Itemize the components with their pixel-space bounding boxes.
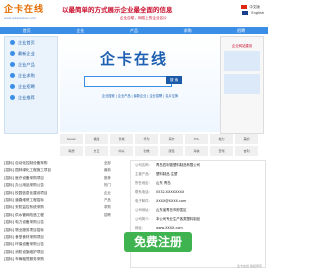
- partner-logo[interactable]: 长城: [110, 134, 133, 144]
- list-item[interactable]: [招标] 车辆租赁服务采购: [4, 256, 104, 263]
- ad-image: [224, 51, 260, 71]
- category-list: 全部 最新 推荐 热门 企业 产品 求购 招聘: [104, 160, 126, 266]
- list-item[interactable]: [招标] 环保设备采购公告: [4, 241, 104, 248]
- ad-image: [224, 74, 260, 94]
- logo-url: www.qikazaixian.com: [4, 16, 37, 20]
- category-item[interactable]: 企业: [104, 190, 126, 197]
- category-item[interactable]: 推荐: [104, 175, 126, 182]
- bullet-icon: [10, 73, 15, 78]
- bullet-icon: [10, 40, 15, 45]
- news-list: [招标] 自动化控制设备采购 [招标] 园林绿化工程施工项目 [招标] 医疗设备…: [4, 160, 104, 266]
- site-slogan: 以最简单的方式展示企业最全面的信息: [62, 6, 173, 14]
- partner-logo[interactable]: TCL: [185, 134, 208, 144]
- sidebar-item[interactable]: 企业招聘: [5, 81, 57, 92]
- sidebar-item[interactable]: 企业求购: [5, 70, 57, 81]
- partner-logo[interactable]: 美的: [235, 134, 258, 144]
- partner-logo[interactable]: 海尔: [160, 134, 183, 144]
- list-item[interactable]: [招标] 电力设备采购公告: [4, 219, 104, 226]
- partner-logo[interactable]: 吉利: [235, 146, 258, 156]
- list-item[interactable]: [招标] 自动化控制设备采购: [4, 160, 104, 167]
- lang-en-link[interactable]: English: [241, 10, 264, 16]
- partner-logo[interactable]: 福龙: [85, 134, 108, 144]
- footer: 企卡在线 版权所有: [237, 264, 262, 268]
- partner-logo[interactable]: 格力: [210, 134, 233, 144]
- list-item[interactable]: [招标] 供水管网改造工程: [4, 212, 104, 219]
- sidebar-item[interactable]: 企业首页: [5, 37, 57, 48]
- detail-row: 公司简介: 本公司专业生产各类塑料制品: [135, 217, 201, 221]
- uk-flag-icon: [241, 10, 250, 16]
- detail-row: 所在地区: 山东 青岛: [135, 181, 171, 185]
- detail-row: 公司名称: 青岛四利德塑料制品有限公司: [135, 163, 201, 167]
- detail-row: 联系电话: 0532-XXXXXXXX: [135, 190, 185, 194]
- ad-title: 企业网站建设: [231, 44, 253, 48]
- bullet-icon: [10, 84, 15, 89]
- sidebar-item[interactable]: 最新企业: [5, 48, 57, 59]
- nav-item-jobs[interactable]: 招聘: [237, 28, 245, 34]
- bullet-icon: [10, 51, 15, 56]
- sidebar-item[interactable]: 企业推荐: [5, 92, 57, 103]
- partner-logo[interactable]: 创维: [135, 146, 158, 156]
- partner-logo[interactable]: 海信: [185, 146, 208, 156]
- category-item[interactable]: 产品: [104, 197, 126, 204]
- list-item[interactable]: [招标] 消防设施维护项目: [4, 249, 104, 256]
- list-item[interactable]: [招标] 医疗设备采购项目: [4, 175, 104, 182]
- bullet-icon: [10, 95, 15, 100]
- list-item[interactable]: [招标] 道路维修工程招标: [4, 197, 104, 204]
- list-item[interactable]: [招标] 物业服务项目招标: [4, 227, 104, 234]
- partner-logo[interactable]: 奇瑞: [210, 146, 233, 156]
- search-banner: 企卡在线 搜 索 企业搜索 | 企业产品 | 最新企业 | 企业招聘 | 名片互…: [60, 36, 220, 132]
- list-item[interactable]: [招标] 办公用品采购公告: [4, 182, 104, 189]
- list-item[interactable]: [招标] 园林绿化工程施工项目: [4, 167, 104, 174]
- nav-item-home[interactable]: 首页: [23, 28, 31, 34]
- search-input[interactable]: [84, 76, 172, 87]
- partner-logo[interactable]: 华为: [135, 134, 158, 144]
- category-item[interactable]: 最新: [104, 167, 126, 174]
- sidebar: 企业首页 最新企业 企业产品 企业求购 企业招聘 企业推荐: [4, 36, 58, 134]
- china-flag-icon: [241, 5, 248, 9]
- bullet-icon: [10, 62, 15, 67]
- partner-logo[interactable]: 联想: [60, 146, 83, 156]
- category-item[interactable]: 热门: [104, 182, 126, 189]
- nav-item-buying[interactable]: 求购: [184, 28, 192, 34]
- partner-logo[interactable]: bauer: [60, 134, 83, 144]
- detail-row: 电子邮件: XXXX@XXXX.com: [135, 199, 187, 203]
- nav-item-companies[interactable]: 企业: [76, 28, 84, 34]
- partner-logo[interactable]: 方正: [85, 146, 108, 156]
- free-register-button[interactable]: 免费注册: [124, 232, 192, 252]
- nav-item-products[interactable]: 产品: [130, 28, 138, 34]
- category-item[interactable]: 求购: [104, 204, 126, 211]
- header: 企卡在线 www.qikazaixian.com 以最简单的方式展示企业最全面的…: [0, 0, 268, 26]
- site-logo[interactable]: 企卡在线 www.qikazaixian.com: [4, 2, 56, 24]
- detail-row: 主营产品: 塑料制品 注塑: [135, 172, 178, 176]
- search-button[interactable]: 搜 索: [166, 76, 182, 84]
- list-item[interactable]: [招标] 安防监控系统采购: [4, 204, 104, 211]
- banner-sublinks[interactable]: 企业搜索 | 企业产品 | 最新企业 | 企业招聘 | 名片互换: [70, 93, 210, 98]
- partner-logo[interactable]: 康佳: [160, 146, 183, 156]
- partner-logos: bauer 福龙 长城 华为 海尔 TCL 格力 美的 联想 方正 中兴 创维 …: [60, 134, 264, 156]
- partner-logo[interactable]: 中兴: [110, 146, 133, 156]
- list-item[interactable]: [招标] 校园信息化建设项目: [4, 190, 104, 197]
- detail-row: 公司地址: 山东省青岛市即墨区: [135, 208, 187, 212]
- sidebar-item[interactable]: 企业产品: [5, 59, 57, 70]
- logo-text: 企卡在线: [4, 5, 45, 15]
- language-switcher: 中文版 English: [241, 4, 264, 16]
- category-item[interactable]: 全部: [104, 160, 126, 167]
- category-item[interactable]: 招聘: [104, 212, 126, 219]
- banner-title: 企卡在线: [100, 50, 169, 68]
- ad-panel[interactable]: 企业网站建设: [220, 36, 264, 134]
- list-item[interactable]: [招标] 食堂食材采购项目: [4, 234, 104, 241]
- main-nav: 首页 企业 产品 求购 招聘: [0, 27, 268, 34]
- site-subslogan: 企业自助，网络上的企业名片: [120, 16, 167, 20]
